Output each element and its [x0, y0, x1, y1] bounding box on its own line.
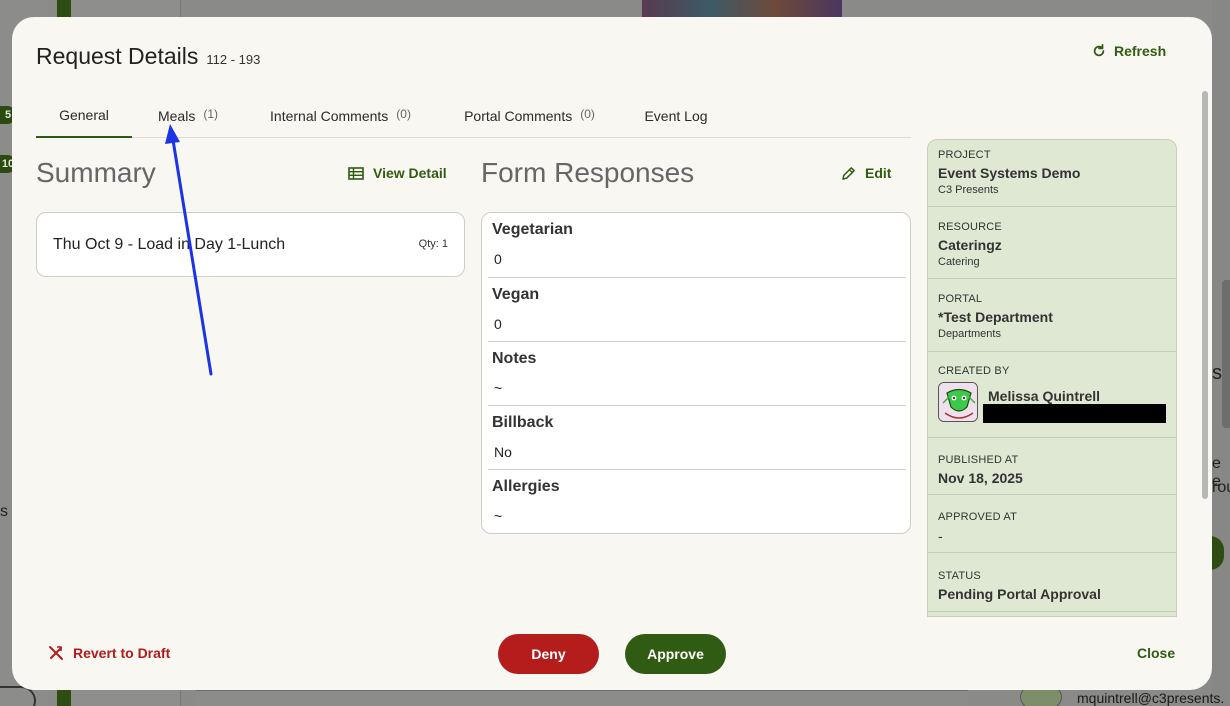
background-event-image	[642, 0, 842, 18]
info-created-by: CREATED BY Melissa Quintrell	[928, 352, 1176, 438]
refresh-label: Refresh	[1114, 43, 1167, 59]
background-right-panel	[1222, 280, 1230, 428]
refresh-icon	[1093, 44, 1105, 57]
info-value: Pending Portal Approval	[938, 586, 1101, 602]
table-icon	[348, 166, 364, 180]
view-detail-label: View Detail	[373, 165, 447, 181]
form-response-row: Allergies ~	[488, 469, 906, 533]
info-published-at: PUBLISHED AT Nov 18, 2025	[928, 438, 1176, 495]
modal-scrollbar[interactable]	[1202, 91, 1208, 499]
edit-label: Edit	[865, 165, 892, 181]
background-text: s	[1212, 362, 1222, 384]
form-responses-card: Vegetarian 0 Vegan 0 Notes ~ Billback No…	[481, 212, 911, 534]
form-response-row: Notes ~	[488, 341, 906, 405]
tab-label: Event Log	[644, 107, 708, 124]
close-button[interactable]: Close	[1137, 645, 1175, 661]
refresh-button[interactable]: Refresh	[1092, 43, 1166, 59]
form-response-label: Allergies	[492, 478, 560, 495]
pencil-icon	[842, 166, 855, 180]
modal-title-text: Request Details	[36, 43, 199, 69]
form-response-row: Vegetarian 0	[488, 213, 906, 277]
tab-label: Internal Comments	[270, 107, 389, 124]
request-info-panel: PROJECT Event Systems Demo C3 Presents R…	[927, 139, 1177, 617]
revert-icon	[49, 646, 63, 660]
deny-button[interactable]: Deny	[498, 634, 599, 674]
info-label: PUBLISHED AT	[938, 454, 1019, 466]
info-value: Event Systems Demo	[938, 165, 1081, 181]
revert-label: Revert to Draft	[73, 645, 171, 661]
form-response-label: Notes	[492, 350, 537, 367]
info-value: Cateringz	[938, 237, 1002, 253]
form-response-label: Vegan	[492, 286, 540, 303]
request-details-modal: Request Details 112 - 193 Refresh General…	[12, 17, 1212, 690]
form-response-value: ~	[494, 380, 503, 396]
tab-meals[interactable]: Meals (1)	[156, 93, 220, 138]
form-responses-heading: Form Responses	[481, 157, 695, 188]
background-text: s	[0, 503, 8, 520]
request-range: 112 - 193	[206, 52, 261, 67]
summary-item-text: Thu Oct 9 - Load in Day 1-Lunch	[53, 236, 286, 253]
info-resource: RESOURCE Cateringz Catering	[928, 207, 1176, 279]
info-sub: Departments	[938, 328, 1001, 340]
tab-bar: General Meals (1) Internal Comments (0) Po…	[36, 93, 911, 138]
tab-event-log[interactable]: Event Log	[644, 93, 708, 138]
summary-item-card[interactable]: Thu Oct 9 - Load in Day 1-Lunch Qty: 1	[36, 212, 465, 277]
background-email: mquintrell@c3presents.	[1077, 690, 1225, 706]
form-response-row: Vegan 0	[488, 277, 906, 341]
info-portal: PORTAL *Test Department Departments	[928, 279, 1176, 352]
info-label: RESOURCE	[938, 221, 1002, 233]
info-value: Nov 18, 2025	[938, 470, 1023, 486]
form-response-label: Billback	[492, 414, 554, 431]
view-detail-button[interactable]: View Detail	[348, 165, 447, 181]
approve-button[interactable]: Approve	[625, 634, 726, 674]
form-response-label: Vegetarian	[492, 221, 573, 238]
edit-button[interactable]: Edit	[841, 165, 891, 181]
info-project: PROJECT Event Systems Demo C3 Presents	[928, 140, 1176, 207]
tab-internal-comments[interactable]: Internal Comments (0)	[267, 93, 414, 138]
background-text: rou	[1212, 479, 1230, 496]
tab-portal-comments[interactable]: Portal Comments (0)	[461, 93, 598, 138]
creator-name: Melissa Quintrell	[988, 388, 1101, 404]
creator-avatar	[938, 382, 978, 422]
redacted-email	[983, 404, 1166, 423]
form-response-value: ~	[494, 508, 503, 524]
info-label: CREATED BY	[938, 365, 1010, 377]
form-response-value: 0	[494, 316, 502, 332]
tab-label: Portal Comments	[464, 107, 573, 124]
tab-count: (1)	[203, 106, 219, 121]
info-approved-at: APPROVED AT -	[928, 495, 1176, 553]
tab-label: General	[59, 106, 109, 123]
info-label: PROJECT	[938, 149, 991, 161]
info-value: -	[938, 528, 943, 544]
tab-count: (0)	[580, 106, 595, 121]
form-response-row: Billback No	[488, 405, 906, 469]
summary-heading: Summary	[36, 157, 156, 188]
info-label: APPROVED AT	[938, 511, 1018, 523]
form-response-value: No	[494, 444, 512, 460]
info-label: PORTAL	[938, 293, 983, 305]
info-label: STATUS	[938, 570, 981, 582]
info-value: *Test Department	[938, 309, 1053, 325]
modal-title: Request Details 112 - 193	[36, 43, 260, 70]
background-bottom-bar	[196, 690, 968, 706]
revert-to-draft-button[interactable]: Revert to Draft	[48, 645, 170, 661]
tab-general[interactable]: General	[36, 93, 132, 138]
info-sub: C3 Presents	[938, 184, 999, 196]
form-response-value: 0	[494, 251, 502, 267]
summary-item-qty: Qty: 1	[418, 238, 448, 250]
info-sub: Catering	[938, 256, 980, 268]
tab-label: Meals	[157, 107, 196, 124]
info-status: STATUS Pending Portal Approval	[928, 553, 1176, 612]
tab-count: (0)	[396, 106, 411, 121]
